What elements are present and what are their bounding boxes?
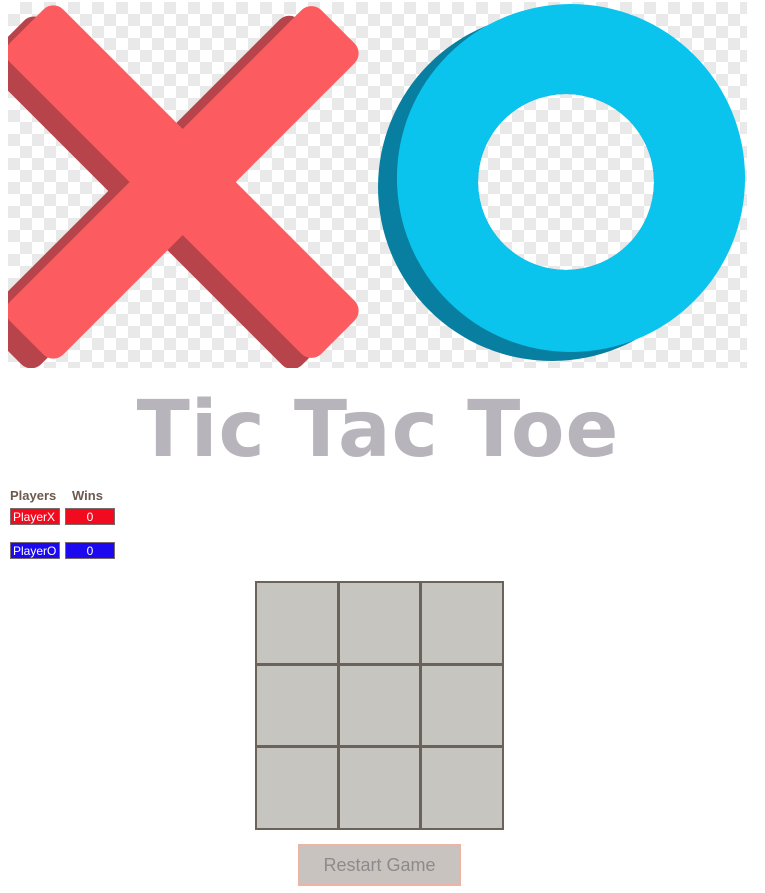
wins-header: Wins [72,488,103,503]
scoreboard: Players Wins PlayerX 0 PlayerO 0 [10,488,122,559]
x-o-logo-icon [8,3,746,368]
page-title: Tic Tac Toe [136,385,620,475]
game-board [255,581,504,830]
board-cell-2[interactable] [339,583,420,663]
player-x-row: PlayerX 0 [10,508,122,525]
board-cell-4[interactable] [257,665,337,746]
board-cell-1[interactable] [257,583,337,663]
board-cell-3[interactable] [422,583,502,663]
players-header: Players [10,488,57,503]
board-cell-8[interactable] [339,748,420,828]
board-cell-7[interactable] [257,748,337,828]
player-x-name: PlayerX [10,508,60,525]
board-cell-5[interactable] [339,665,420,746]
board-cell-6[interactable] [422,665,502,746]
player-o-wins: 0 [65,542,115,559]
x-mark [8,5,359,359]
player-x-wins: 0 [65,508,115,525]
board-cell-9[interactable] [422,748,502,828]
restart-game-button[interactable]: Restart Game [298,844,461,886]
player-o-name: PlayerO [10,542,60,559]
player-o-row: PlayerO 0 [10,542,122,559]
tic-tac-toe-page: Tic Tac Toe Players Wins PlayerX 0 Playe… [0,0,765,893]
o-mark [378,3,746,361]
scoreboard-header: Players Wins [10,488,122,504]
x-o-logo [8,2,747,368]
